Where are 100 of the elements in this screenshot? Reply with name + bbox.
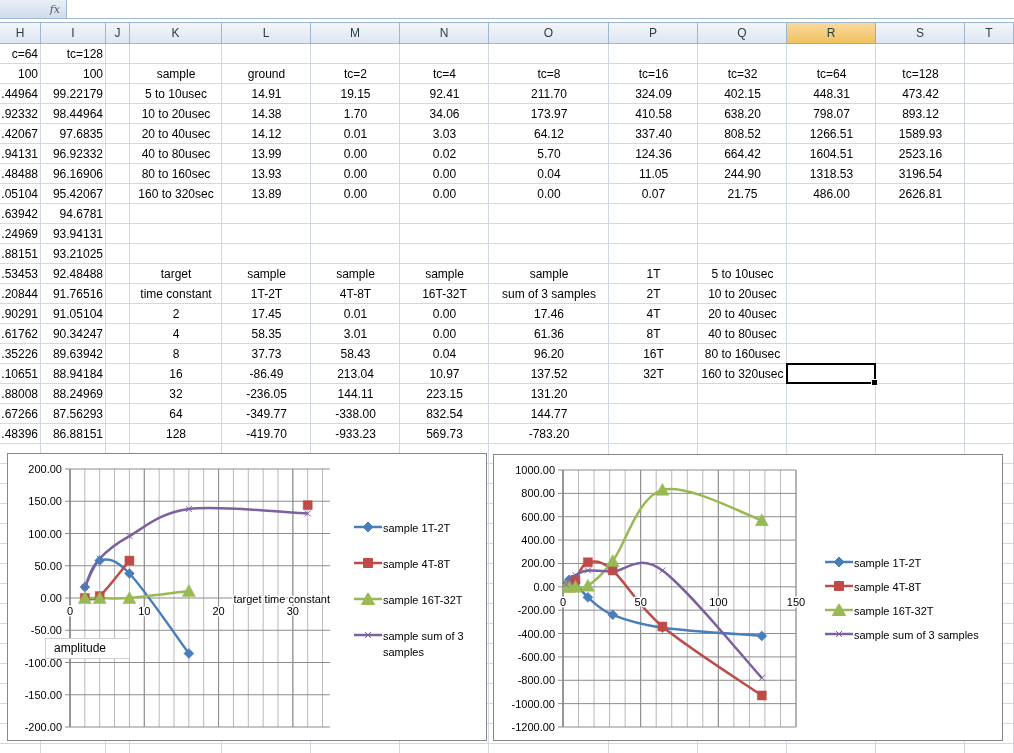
table-cell: 486.00 <box>813 186 850 201</box>
table-cell: .88008 <box>1 386 38 401</box>
table-cell: 14.12 <box>251 126 282 141</box>
table-cell: 40 to 80usec <box>141 146 211 161</box>
column-header[interactable]: H <box>0 23 41 44</box>
column-header[interactable]: T <box>965 23 1014 44</box>
column-header[interactable]: O <box>489 23 609 44</box>
axis-tick-label: 100 <box>709 595 728 608</box>
table-cell: 0.00 <box>343 186 368 201</box>
table-cell: -783.20 <box>528 426 570 441</box>
axis-tick-label: 200.00 <box>28 463 62 475</box>
table-cell: 137.52 <box>530 366 568 381</box>
table-cell: 1318.53 <box>809 166 854 181</box>
data-point <box>302 500 313 510</box>
table-cell: 19.15 <box>340 86 371 101</box>
column-header[interactable]: S <box>876 23 965 44</box>
table-cell: 798.07 <box>813 106 850 121</box>
table-cell: .63942 <box>1 206 38 221</box>
axis-tick-label: 150 <box>786 595 806 608</box>
table-cell: 16 <box>169 366 183 381</box>
table-cell: 160 to 320sec <box>138 186 214 201</box>
table-cell: 144.77 <box>530 406 568 421</box>
table-cell: -338.00 <box>335 406 376 421</box>
data-point <box>185 505 193 513</box>
table-cell: 88.24969 <box>52 386 103 401</box>
table-cell: .48488 <box>1 166 38 181</box>
axis-tick-label: 600.00 <box>521 510 555 523</box>
table-cell: 410.58 <box>635 106 672 121</box>
table-cell: 16T <box>643 346 664 361</box>
table-cell: 11.05 <box>638 166 669 181</box>
legend-label: sample 1T-2T <box>383 521 451 536</box>
column-header[interactable]: N <box>400 23 489 44</box>
table-cell: 5.70 <box>537 146 561 161</box>
table-cell: tc=2 <box>344 66 367 81</box>
table-cell: sum of 3 samples <box>501 286 596 301</box>
table-cell: 94.6781 <box>59 206 103 221</box>
data-point <box>607 609 618 621</box>
data-point <box>122 591 137 604</box>
table-cell: .92332 <box>1 106 38 121</box>
column-header[interactable]: K <box>130 23 222 44</box>
column-header[interactable]: I <box>41 23 106 44</box>
axis-tick-label: -50.00 <box>30 624 62 637</box>
table-cell: 13.89 <box>251 186 282 201</box>
legend-marker-icon <box>353 629 383 641</box>
table-cell: 58.35 <box>251 326 282 341</box>
table-cell: 0.00 <box>343 146 368 161</box>
table-cell: .20844 <box>1 286 38 301</box>
axis-tick-label: 1000.00 <box>515 464 555 476</box>
table-cell: 21.75 <box>727 186 758 201</box>
axis-tick-label: 150.00 <box>28 495 62 508</box>
axis-tick-label: 50.00 <box>34 559 62 572</box>
table-cell: 4T-8T <box>339 286 372 301</box>
table-cell: 8 <box>172 346 180 361</box>
table-cell: sample <box>425 266 464 281</box>
table-cell: 223.15 <box>426 386 463 401</box>
column-header[interactable]: P <box>609 23 698 44</box>
table-cell: 17.46 <box>534 306 564 321</box>
table-cell: .90291 <box>1 306 38 321</box>
table-cell: 96.16906 <box>52 166 103 181</box>
table-cell: 0.02 <box>432 146 457 161</box>
table-cell: 832.54 <box>426 406 463 421</box>
selected-cell[interactable] <box>786 363 876 384</box>
table-cell: tc=128 <box>66 46 103 61</box>
table-cell: .67266 <box>1 406 38 421</box>
table-cell: 91.76516 <box>52 286 103 301</box>
column-header[interactable]: Q <box>698 23 787 44</box>
table-cell: .48396 <box>1 426 38 441</box>
table-cell: 89.63942 <box>52 346 103 361</box>
table-cell: 14.91 <box>251 86 282 101</box>
table-cell: 1266.51 <box>809 126 854 141</box>
axis-tick-label: 400.00 <box>521 534 555 547</box>
table-cell: 10.97 <box>429 366 460 381</box>
legend-label: sample 16T-32T <box>854 604 934 619</box>
table-cell: 58.43 <box>340 346 371 361</box>
table-cell: 0.07 <box>641 186 666 201</box>
table-cell: 87.56293 <box>52 406 103 421</box>
table-cell: 96.92332 <box>52 146 103 161</box>
axis-tick-label: 0.00 <box>533 580 555 593</box>
data-point <box>583 557 593 568</box>
table-cell: 93.21025 <box>52 246 103 261</box>
column-header[interactable]: M <box>311 23 400 44</box>
table-cell: .24969 <box>1 226 38 241</box>
chart-area[interactable]: 200.00 150.00 100.00 50.00 0.00 -50.00 -100.00 -150.00 -200.00 0 10 20 30 target time constant amplitude sample 1T-2T sample 4T-8T sample 16T-32T sample sum of 3 samples <box>7 453 487 741</box>
legend-marker-icon <box>353 593 383 605</box>
table-cell: 97.6835 <box>59 126 103 141</box>
table-cell: .53453 <box>1 266 38 281</box>
table-cell: 0.00 <box>432 186 457 201</box>
table-cell: .05104 <box>1 186 38 201</box>
table-cell: 160 to 320usec <box>701 366 784 381</box>
table-cell: target <box>160 266 192 281</box>
table-cell: 0.01 <box>343 126 368 141</box>
table-cell: tc=32 <box>727 66 758 81</box>
table-cell: 10 to 20usec <box>708 286 777 301</box>
data-point <box>758 674 766 682</box>
table-cell: sample <box>156 66 196 81</box>
column-header[interactable]: J <box>106 23 130 44</box>
column-header[interactable]: R <box>787 23 876 44</box>
insert-function-button[interactable]: fx <box>45 2 66 16</box>
column-header[interactable]: L <box>222 23 311 44</box>
axis-tick-label: -1000.00 <box>511 697 555 710</box>
